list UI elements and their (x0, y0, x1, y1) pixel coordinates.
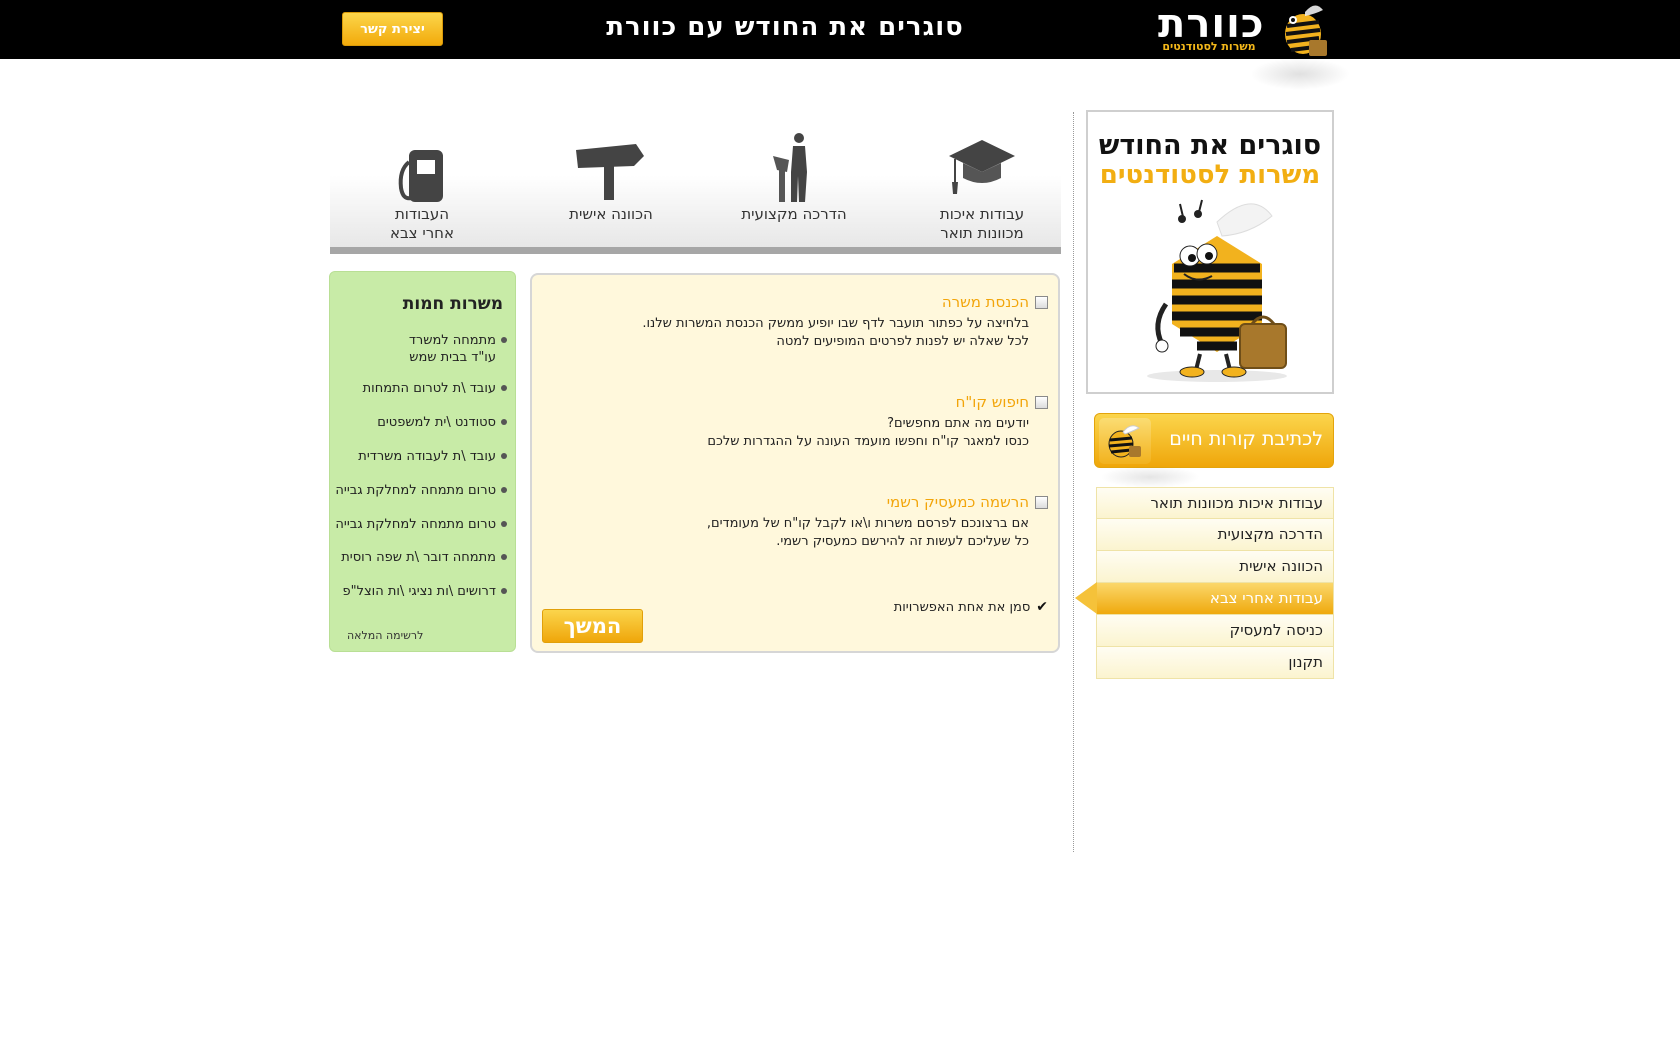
sidenav-item-after-army-jobs[interactable]: עבודות אחרי צבא (1075, 582, 1334, 615)
hot-job-item[interactable]: מתמחה למשרד עו"ד בבית שמש (407, 332, 507, 366)
option-description-line: אם ברצונכם לפרסם משרות ו\או לקבל קו"ח של… (706, 516, 1029, 531)
header-title: סוגרים את החודש עם כוורת (606, 12, 964, 42)
option-description: בלחיצה על כפתור תועבר לדף שבו יופיע ממשק… (568, 315, 1029, 351)
signpost-icon (576, 144, 644, 200)
category-quality-jobs-label: עבודות איכות מכוונות תואר (902, 205, 1062, 243)
option-search-cv: חיפוש קו"ח יודעים מה אתם מחפשים? כנסו למ… (568, 393, 1048, 451)
select-option-note: ✔ סמן את אחת האפשרויות (894, 599, 1048, 615)
hot-job-item[interactable]: מתמחה דובר \ת שפה רוסית (332, 549, 507, 566)
promo-subheadline: משרות לסטודנטים (1099, 160, 1321, 190)
graduation-cap-icon (949, 140, 1015, 194)
check-mark-icon: ✔ (1036, 599, 1048, 615)
category-label-line1: עבודות איכות (939, 205, 1025, 223)
vertical-divider (1073, 112, 1074, 852)
sidenav-item-personal-guidance[interactable]: הכוונה אישית (1096, 551, 1334, 583)
search-cv-checkbox[interactable] (1035, 395, 1048, 409)
side-navigation: עבודות איכות מכוונות תואר הדרכה מקצועית … (1075, 487, 1334, 679)
option-post-job: הכנסת משרה בלחיצה על כפתור תועבר לדף שבו… (568, 293, 1048, 351)
category-label-line2: אחרי צבא (389, 224, 454, 242)
category-personal-guidance[interactable]: הכוונה אישית (531, 128, 681, 254)
hot-job-item[interactable]: דרושים \ות נציגי \ות הוצל"פ (332, 583, 507, 600)
hot-job-item[interactable]: סטודנט \ית למשפטים (332, 414, 507, 431)
category-bar: עבודות איכות מכוונות תואר הדרכה מקצועית … (330, 128, 1061, 254)
cv-button-shadow (1100, 466, 1200, 488)
post-job-checkbox[interactable] (1035, 295, 1048, 309)
category-personal-guidance-label: הכוונה אישית (531, 205, 691, 224)
hot-job-item[interactable]: טרום מתמחה למחלקת גבייה (332, 482, 507, 499)
sidenav-item-quality-jobs[interactable]: עבודות איכות מכוונות תואר (1096, 487, 1334, 519)
continue-button[interactable]: המשך (542, 609, 643, 643)
option-description-line: כל שעליכם לעשות זה להירשם כמעסיק רשמי. (776, 534, 1029, 549)
lecturer-icon (773, 133, 807, 202)
option-description-line: בלחיצה על כפתור תועבר לדף שבו יופיע ממשק… (642, 316, 1029, 331)
write-cv-label: לכתיבת קורות חיים (1169, 428, 1323, 450)
category-after-army-jobs-label: העבודות אחרי צבא (342, 205, 502, 243)
category-label-line1: העבודות (394, 205, 450, 223)
category-quality-jobs[interactable]: עבודות איכות מכוונות תואר (902, 128, 1052, 254)
category-label-line1: הכוונה אישית (569, 205, 653, 223)
option-description-line: לכל שאלה יש לפנות לפרטים המופיעים למטה (776, 334, 1029, 349)
bee-mascot-icon (1147, 199, 1287, 382)
hot-job-item[interactable]: עובד \ת לעבודה משרדית (332, 448, 507, 465)
hot-job-item[interactable]: טרום מתמחה למחלקת גבייה (332, 516, 507, 533)
promo-headline: סוגרים את החודש (1098, 130, 1322, 161)
register-employer-checkbox[interactable] (1035, 495, 1048, 509)
hot-jobs-list: מתמחה למשרד עו"ד בבית שמש עובד \ת לטרום … (332, 332, 507, 600)
option-title[interactable]: הכנסת משרה (942, 293, 1029, 311)
category-after-army-jobs[interactable]: העבודות אחרי צבא (342, 128, 492, 254)
promo-banner[interactable]: סוגרים את החודש משרות לסטודנטים (1086, 110, 1334, 394)
bee-thumbnail-icon (1099, 418, 1151, 464)
sidenav-item-terms[interactable]: תקנון (1096, 647, 1334, 679)
select-option-text: סמן את אחת האפשרויות (893, 599, 1031, 615)
fuel-pump-icon (398, 150, 443, 202)
hot-jobs-panel: משרות חמות מתמחה למשרד עו"ד בבית שמש עוב… (329, 271, 516, 652)
sidenav-item-employer-login[interactable]: כניסה למעסיק (1096, 615, 1334, 647)
hot-job-item[interactable]: עובד \ת לטרום התמחות (332, 380, 507, 397)
contact-button[interactable]: יצירת קשר (342, 12, 443, 46)
option-description: אם ברצונכם לפרסם משרות ו\או לקבל קו"ח של… (568, 515, 1029, 551)
write-cv-button[interactable]: לכתיבת קורות חיים (1094, 413, 1334, 468)
category-professional-training-label: הדרכה מקצועית (714, 205, 874, 224)
option-description-line: כנסו למאגר קו"ח וחפשו מועמד העונה על ההג… (707, 434, 1029, 449)
hot-jobs-title: משרות חמות (402, 294, 503, 314)
logo-shadow (1250, 58, 1350, 90)
category-label-line1: הדרכה מקצועית (741, 205, 847, 223)
option-title[interactable]: הרשמה כמעסיק רשמי (887, 493, 1029, 511)
option-description-line: יודעים מה אתם מחפשים? (887, 416, 1029, 431)
full-list-link[interactable]: לרשימה המלאה (347, 629, 423, 642)
logo-tagline: משרות לסטודנטים (1162, 40, 1256, 53)
sidenav-item-professional-training[interactable]: הדרכה מקצועית (1096, 519, 1334, 551)
option-register-employer: הרשמה כמעסיק רשמי אם ברצונכם לפרסם משרות… (568, 493, 1048, 551)
option-description: יודעים מה אתם מחפשים? כנסו למאגר קו"ח וח… (568, 415, 1029, 451)
category-professional-training[interactable]: הדרכה מקצועית (714, 128, 864, 254)
employer-options-panel: הכנסת משרה בלחיצה על כפתור תועבר לדף שבו… (530, 273, 1060, 653)
option-title[interactable]: חיפוש קו"ח (956, 393, 1029, 411)
category-label-line2: מכוונות תואר (940, 224, 1024, 242)
